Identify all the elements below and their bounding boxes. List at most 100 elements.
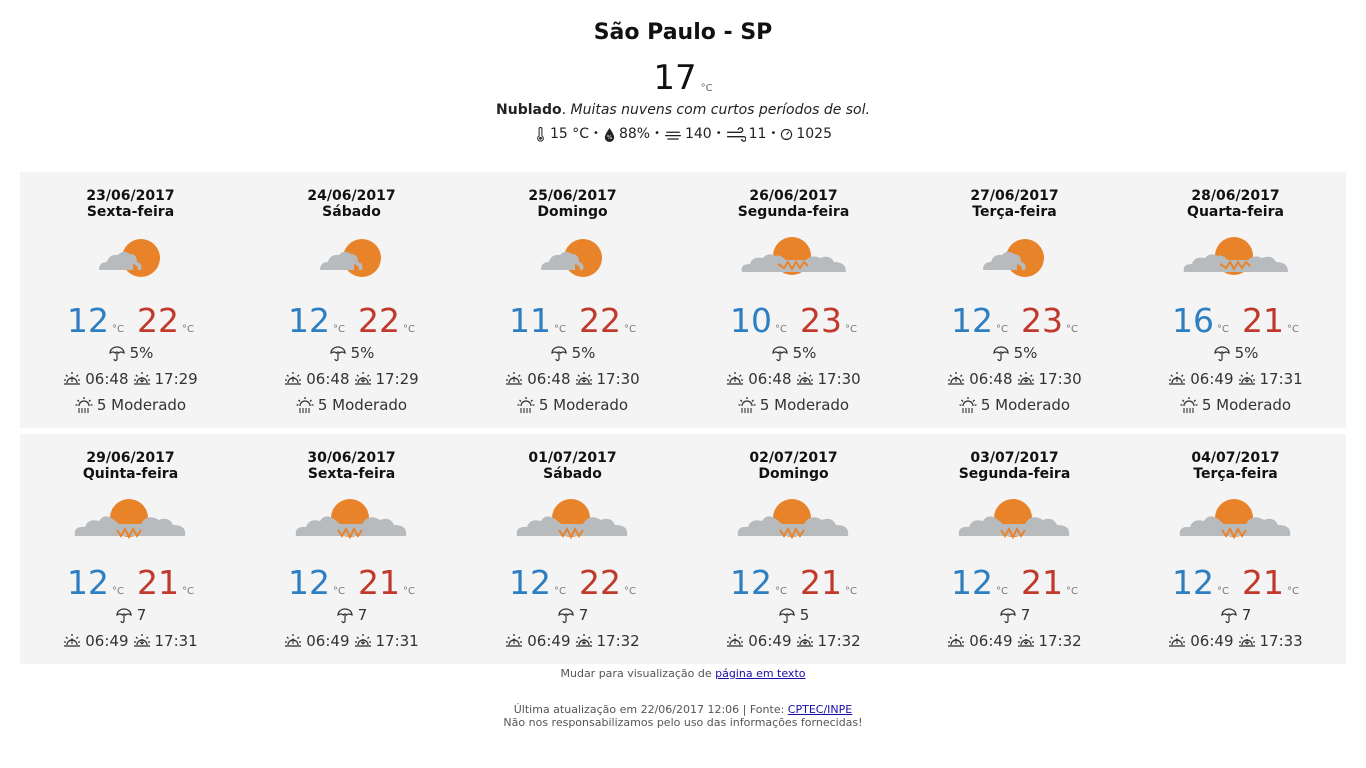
max-temp: 21	[1242, 563, 1285, 602]
sunrise-time: 06:48	[85, 370, 129, 388]
sunrise-time: 06:48	[527, 370, 571, 388]
umbrella-icon	[1221, 608, 1237, 624]
forecast-date: 27/06/2017	[970, 188, 1059, 204]
disclaimer: Não nos responsabilizamos pelo uso das i…	[503, 716, 863, 729]
sunset-time: 17:30	[817, 370, 861, 388]
max-temp-unit: °C	[182, 324, 195, 335]
uv-index-icon	[738, 397, 756, 413]
min-temp: 12	[508, 563, 551, 602]
sunset-time: 17:31	[1259, 370, 1303, 388]
sunrise-time: 06:48	[306, 370, 350, 388]
umbrella-icon	[771, 346, 788, 362]
forecast-weekday: Domingo	[537, 204, 608, 220]
rain-probability: 7	[904, 604, 1125, 626]
forecast-weekday: Sábado	[322, 204, 381, 220]
sunset-icon	[1017, 372, 1034, 385]
forecast-icon-wrap	[683, 220, 904, 298]
uv-index-icon	[959, 397, 977, 413]
text-page-link[interactable]: página em texto	[715, 667, 805, 680]
rain-probability: 7	[20, 604, 241, 626]
min-temp-unit: °C	[553, 586, 566, 597]
sunrise-time: 06:49	[306, 632, 350, 650]
min-temp: 12	[287, 301, 330, 340]
min-temp-unit: °C	[995, 324, 1008, 335]
uv-index-icon	[1180, 397, 1198, 413]
sunrise-icon	[506, 372, 523, 385]
wind-direction: 140	[664, 124, 712, 144]
partly-cloudy-icon	[98, 239, 160, 277]
sunset-icon	[575, 634, 592, 647]
sunrise-icon	[1169, 634, 1186, 647]
sunset-icon	[133, 372, 150, 385]
sunrise-time: 06:49	[1190, 370, 1234, 388]
forecast-icon-wrap	[241, 220, 462, 298]
max-temp-unit: °C	[1066, 324, 1079, 335]
partly-cloudy-icon	[540, 239, 602, 277]
forecast-date: 28/06/2017	[1191, 188, 1280, 204]
min-temp: 12	[729, 563, 772, 602]
min-temp: 11	[508, 301, 551, 340]
rain-probability: 5%	[683, 342, 904, 364]
forecast-date: 02/07/2017	[749, 450, 838, 466]
forecast-date: 25/06/2017	[528, 188, 617, 204]
source-link[interactable]: CPTEC/INPE	[788, 703, 852, 716]
max-temp: 23	[1021, 301, 1064, 340]
min-temp: 12	[950, 563, 993, 602]
sunrise-icon	[64, 634, 81, 647]
cloudy-sun-large-icon	[958, 499, 1069, 540]
forecast-day: 27/06/2017 Terça-feira 12 °C 23 °C 5% 06:4…	[904, 172, 1125, 428]
forecast-icon-wrap	[1125, 482, 1346, 560]
current-stats: 15 °C • % 88% • 140 • 11 • 1025	[0, 124, 1366, 144]
umbrella-icon	[116, 608, 132, 624]
sunset-time: 17:31	[154, 632, 198, 650]
humidity-drop-icon: %	[604, 127, 615, 142]
cloudy-sun-large-icon	[295, 499, 406, 540]
forecast-date: 29/06/2017	[86, 450, 175, 466]
umbrella-icon	[550, 346, 567, 362]
forecast-temps: 12 °C 21 °C	[1125, 564, 1346, 602]
forecast-icon-wrap	[462, 482, 683, 560]
sunrise-icon	[64, 372, 81, 385]
feels-like: 15 °C	[534, 124, 589, 144]
forecast-temps: 12 °C 23 °C	[904, 302, 1125, 340]
condition-label: Nublado	[496, 102, 562, 118]
max-temp-unit: °C	[403, 324, 416, 335]
sunrise-icon	[948, 372, 965, 385]
min-temp-unit: °C	[553, 324, 566, 335]
forecast-day: 29/06/2017 Quinta-feira 12 °C 21 °C 7 06:4…	[20, 434, 241, 664]
forecast-day: 30/06/2017 Sexta-feira 12 °C 21 °C 7 06:49…	[241, 434, 462, 664]
forecast-temps: 16 °C 21 °C	[1125, 302, 1346, 340]
sun-times: 06:49 17:32	[683, 630, 904, 652]
forecast-temps: 12 °C 21 °C	[20, 564, 241, 602]
forecast-date: 26/06/2017	[749, 188, 838, 204]
max-temp: 22	[358, 301, 401, 340]
sunset-time: 17:32	[596, 632, 640, 650]
sunset-icon	[354, 634, 371, 647]
umbrella-icon	[329, 346, 346, 362]
min-temp: 12	[66, 301, 109, 340]
umbrella-icon	[1000, 608, 1016, 624]
min-temp: 16	[1171, 301, 1214, 340]
thermometer-icon	[537, 126, 544, 142]
forecast-weekday: Segunda-feira	[958, 466, 1071, 482]
sunrise-icon	[727, 372, 744, 385]
text-view-switch: Mudar para visualização de página em tex…	[560, 667, 806, 680]
sun-times: 06:49 17:31	[1125, 368, 1346, 390]
sunset-time: 17:29	[154, 370, 198, 388]
current-weather-header: São Paulo - SP 17 °C Nublado. Muitas nuve…	[0, 0, 1366, 144]
forecast-weekday: Domingo	[758, 466, 829, 482]
forecast-day: 01/07/2017 Sábado 12 °C 22 °C 7 06:49 17:3…	[462, 434, 683, 664]
sunset-time: 17:32	[817, 632, 861, 650]
sunrise-time: 06:48	[748, 370, 792, 388]
humidity: % 88%	[603, 124, 650, 144]
sunrise-time: 06:48	[969, 370, 1013, 388]
sunrise-time: 06:49	[748, 632, 792, 650]
max-temp: 21	[800, 563, 843, 602]
partly-cloudy-icon	[319, 239, 381, 277]
sunset-time: 17:33	[1259, 632, 1303, 650]
forecast-weekday: Sexta-feira	[307, 466, 396, 482]
sunrise-icon	[727, 634, 744, 647]
forecast-date: 04/07/2017	[1191, 450, 1280, 466]
forecast-date: 24/06/2017	[307, 188, 396, 204]
sunrise-time: 06:49	[527, 632, 571, 650]
